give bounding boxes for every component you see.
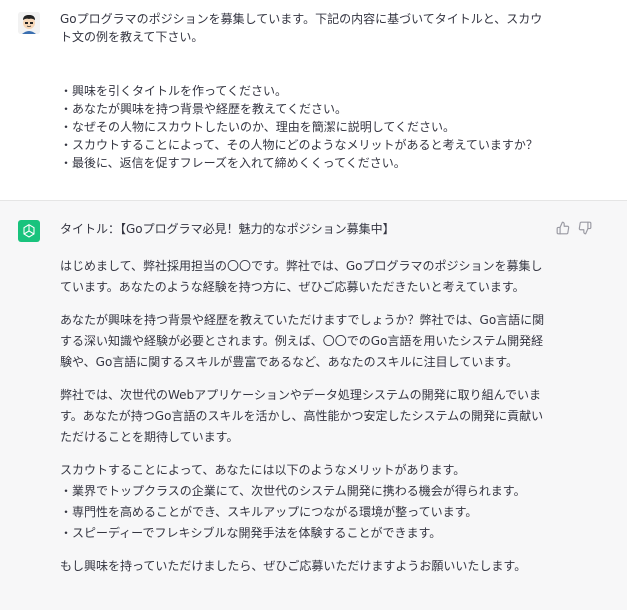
- paragraph-background: あなたが興味を持つ背景や経歴を教えていただけますでしょうか？弊社では、Go言語に…: [60, 313, 545, 369]
- thumbs-down-icon[interactable]: [578, 221, 592, 235]
- user-message-text: Goプログラマのポジションを募集しています。下記の内容に基づいてタイトルと、スカ…: [60, 12, 543, 170]
- paragraph-reason: 弊社では、次世代のWebアプリケーションやデータ処理システムの開発に取り組んでい…: [60, 388, 544, 444]
- paragraph-intro: はじめまして、弊社採用担当の〇〇です。弊社では、Goプログラマのポジションを募集…: [60, 259, 543, 294]
- user-avatar-icon: [18, 12, 40, 34]
- assistant-message: タイトル：【Goプログラマ必見！魅力的なポジション募集中】 はじめまして、弊社採…: [0, 201, 627, 610]
- thumbs-up-icon[interactable]: [556, 221, 570, 235]
- paragraph-closing: もし興味を持っていただけましたら、ぜひご応募いただけますようお願いいたします。: [60, 559, 527, 573]
- feedback-buttons: [556, 221, 592, 235]
- chatgpt-logo-icon: [18, 220, 40, 242]
- scout-title: タイトル：【Goプログラマ必見！魅力的なポジション募集中】: [60, 222, 395, 236]
- user-message: Goプログラマのポジションを募集しています。下記の内容に基づいてタイトルと、スカ…: [0, 0, 627, 201]
- paragraph-merits: スカウトすることによって、あなたには以下のようなメリットがあります。 ・業界でト…: [60, 463, 526, 540]
- assistant-message-text: タイトル：【Goプログラマ必見！魅力的なポジション募集中】 はじめまして、弊社採…: [60, 219, 550, 589]
